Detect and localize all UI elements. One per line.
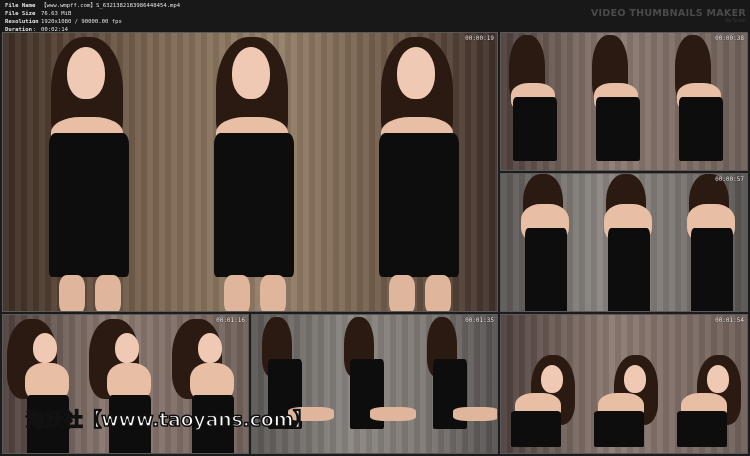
- frame-2: [584, 315, 667, 453]
- frame-3: [667, 174, 747, 311]
- file-size-value: 76.63 MiB: [41, 11, 72, 17]
- timestamp: 00:00:57: [715, 176, 744, 183]
- thumbnail-5[interactable]: 00:01:35: [251, 314, 498, 454]
- info-header: File Name : 【www.wmpff.com】S_63213821839…: [0, 0, 750, 34]
- file-name-value: 【www.wmpff.com】S_6321382183986448454.mp4: [41, 3, 181, 9]
- file-name-row: File Name : 【www.wmpff.com】S_63213821839…: [5, 2, 180, 10]
- thumbnail-large[interactable]: 00:00:19: [2, 32, 498, 312]
- brand-title: VIDEO THUMBNAILS MAKER: [590, 8, 746, 19]
- frame-2: [85, 315, 168, 453]
- file-size-row: File Size : 76.63 MiB: [5, 10, 180, 18]
- frame-3: [667, 33, 747, 170]
- brand-logo: VIDEO THUMBNAILS MAKER by Scion: [591, 8, 746, 24]
- thumbnail-2[interactable]: 00:00:38: [500, 32, 748, 171]
- frame-1: [501, 174, 584, 311]
- timestamp: 00:00:38: [715, 35, 744, 42]
- thumbnail-4[interactable]: 00:01:16: [2, 314, 249, 454]
- thumbnail-3[interactable]: 00:00:57: [500, 173, 748, 312]
- thumbnail-6[interactable]: 00:01:54: [500, 314, 748, 454]
- resolution-row: Resolution : 1920x1080 / 90000.00 fps: [5, 18, 180, 26]
- timestamp: 00:00:19: [465, 35, 494, 42]
- frame-3: [417, 315, 497, 453]
- watermark: 淘妖社【www.taoyans.com】: [25, 408, 313, 432]
- resolution-value: 1920x1080 / 90000.00 fps: [41, 19, 122, 25]
- frame-1: [501, 33, 584, 170]
- resolution-label: Resolution: [5, 19, 39, 25]
- file-info: File Name : 【www.wmpff.com】S_63213821839…: [5, 2, 180, 34]
- timestamp: 00:01:16: [216, 317, 245, 324]
- frame-3: [667, 315, 747, 453]
- frame-1: [252, 315, 334, 453]
- frame-1: [3, 315, 85, 453]
- frame-3: [168, 315, 248, 453]
- frame-1: [501, 315, 584, 453]
- timestamp: 00:01:54: [715, 317, 744, 324]
- separator: :: [33, 11, 37, 17]
- frame-2: [584, 174, 667, 311]
- frame-2: [168, 33, 333, 311]
- separator: :: [33, 19, 37, 25]
- file-size-label: File Size: [5, 11, 36, 17]
- frame-1: [3, 33, 168, 311]
- timestamp: 00:01:35: [465, 317, 494, 324]
- frame-2: [334, 315, 417, 453]
- frame-2: [584, 33, 667, 170]
- separator: :: [33, 3, 37, 9]
- frame-3: [333, 33, 497, 311]
- file-name-label: File Name: [5, 3, 36, 9]
- brand-subtitle: by Scion: [725, 19, 746, 24]
